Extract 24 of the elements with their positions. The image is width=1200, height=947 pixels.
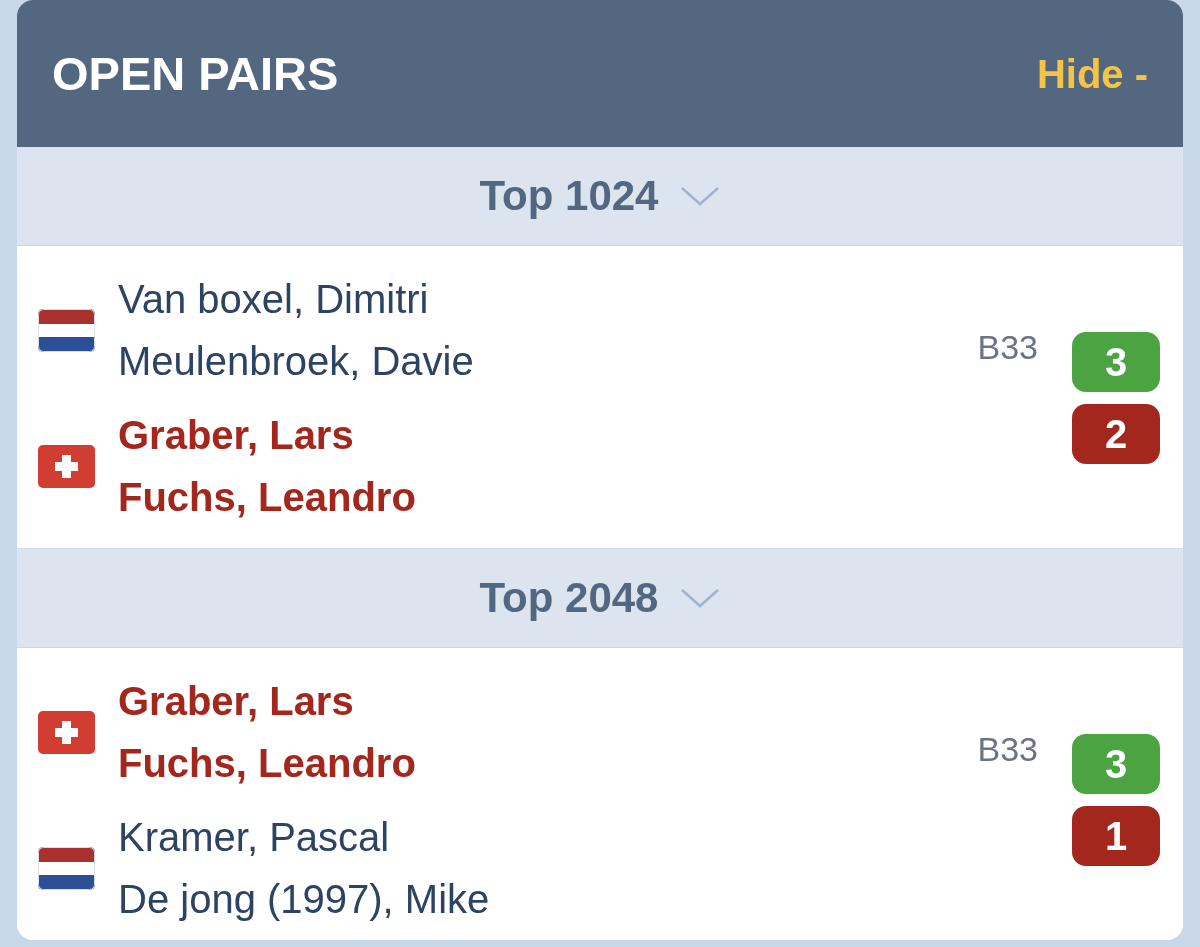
score-badge: 3 xyxy=(1072,734,1160,794)
swiss-flag-icon xyxy=(38,710,95,754)
chevron-down-icon xyxy=(680,588,721,608)
swiss-flag-icon xyxy=(38,444,95,488)
hide-link[interactable]: Hide - xyxy=(1036,53,1148,94)
dutch-flag-icon xyxy=(38,308,95,352)
player-name: De jong (1997), Mike xyxy=(118,876,490,923)
player-name: Van boxel, Dimitri xyxy=(118,276,430,323)
player-name: Fuchs, Leandro xyxy=(118,740,416,787)
chevron-down-icon xyxy=(680,186,721,206)
dutch-flag-icon xyxy=(38,846,95,890)
round-toggle[interactable]: Top 1024 xyxy=(17,147,1183,246)
player-name: Meulenbroek, Davie xyxy=(118,338,474,385)
score-badge: 1 xyxy=(1072,806,1160,866)
score-badge: 3 xyxy=(1072,332,1160,392)
player-name: Kramer, Pascal xyxy=(118,814,391,861)
table-label: B33 xyxy=(977,732,1038,766)
player-name: Graber, Lars xyxy=(118,412,355,459)
table-label: B33 xyxy=(977,330,1038,364)
round-toggle[interactable]: Top 2048 xyxy=(17,549,1183,648)
score-badge: 2 xyxy=(1072,404,1160,464)
panel-title: OPEN PAIRS xyxy=(52,50,339,97)
player-name: Graber, Lars xyxy=(118,678,355,725)
player-name: Fuchs, Leandro xyxy=(118,474,416,521)
